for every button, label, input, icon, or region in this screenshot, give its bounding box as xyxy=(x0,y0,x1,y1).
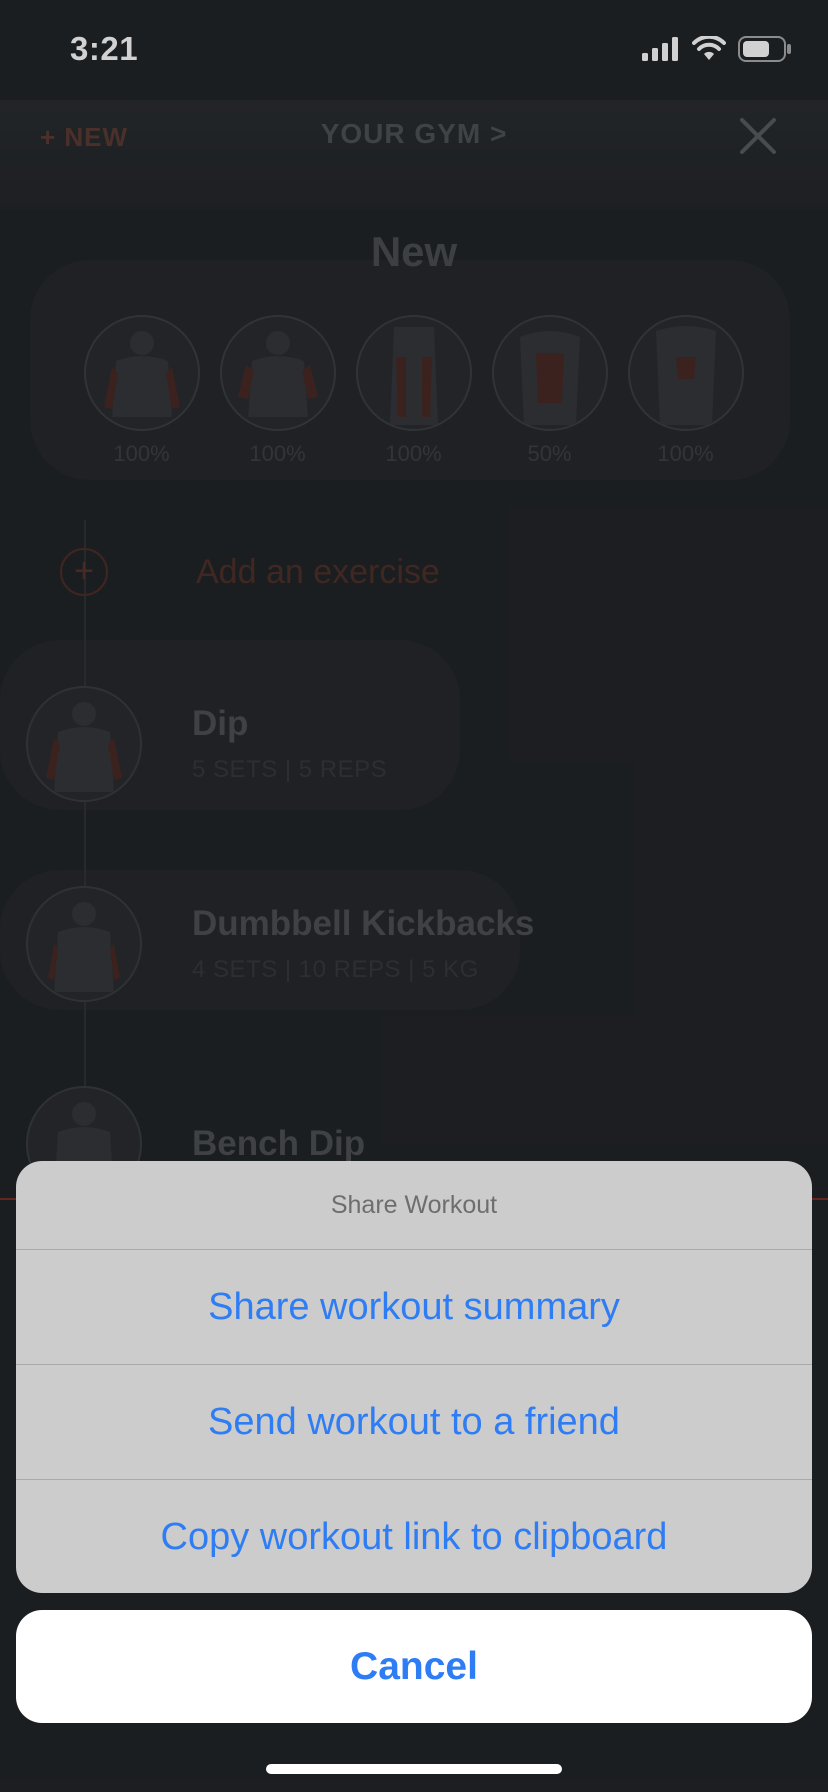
home-indicator[interactable] xyxy=(266,1764,562,1774)
app-screen: 3:21 + NEW YOUR GYM > New 100% 100% 100%… xyxy=(0,0,828,1792)
share-action-sheet: Share Workout Share workout summary Send… xyxy=(16,1161,812,1593)
send-workout-to-friend-button[interactable]: Send workout to a friend xyxy=(16,1365,812,1480)
cancel-button[interactable]: Cancel xyxy=(16,1610,812,1723)
copy-workout-link-button[interactable]: Copy workout link to clipboard xyxy=(16,1480,812,1593)
share-workout-summary-button[interactable]: Share workout summary xyxy=(16,1250,812,1365)
action-sheet-title: Share Workout xyxy=(16,1161,812,1250)
